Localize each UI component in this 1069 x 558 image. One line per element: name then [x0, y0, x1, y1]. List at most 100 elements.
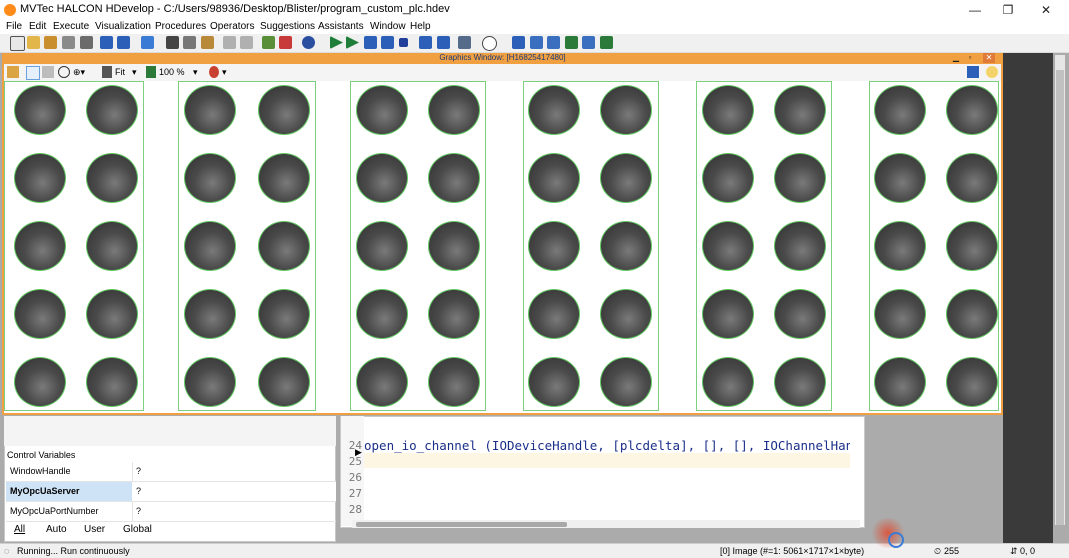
visualization-settings-icon[interactable] [209, 66, 219, 78]
activate-icon[interactable] [262, 36, 275, 49]
zoom-percent-dropdown[interactable]: 100 % [159, 66, 185, 78]
menu-window[interactable]: Window [370, 20, 406, 33]
line-profile-icon[interactable] [547, 36, 560, 49]
image-settings-icon[interactable] [7, 66, 19, 78]
main-toolbar [0, 34, 1069, 53]
profiler-icon[interactable] [482, 36, 497, 51]
menu-edit[interactable]: Edit [29, 20, 46, 33]
blister-well [258, 85, 310, 135]
blister-well [14, 153, 66, 203]
tab-user[interactable]: User [84, 524, 105, 535]
blister-well [184, 357, 236, 407]
blister-well [702, 85, 754, 135]
variable-row[interactable]: MyOpcUaPortNumber ? [6, 502, 336, 522]
new-file-icon[interactable] [10, 36, 25, 51]
fit-image-icon[interactable] [102, 66, 112, 78]
chevron-down-icon[interactable]: ▾ [222, 66, 227, 78]
tab-all[interactable]: All [14, 524, 25, 535]
menu-help[interactable]: Help [410, 20, 431, 33]
step-into-icon[interactable] [381, 36, 394, 49]
graphics-toolbar: ⊕▾ Fit ▾ 100 % ▾ ▾ [4, 64, 1001, 81]
blister-well [774, 221, 826, 271]
redo-icon[interactable] [240, 36, 253, 49]
close-button[interactable]: ✕ [1028, 0, 1064, 20]
tab-global[interactable]: Global [123, 524, 152, 535]
open-folder-icon[interactable] [27, 36, 40, 49]
menu-file[interactable]: File [6, 20, 22, 33]
step-forward-icon[interactable] [419, 36, 432, 49]
image-canvas[interactable] [4, 81, 1001, 413]
tab-auto[interactable]: Auto [46, 524, 67, 535]
maximize-button[interactable]: ❐ [990, 0, 1026, 20]
properties-icon[interactable] [141, 36, 154, 49]
paste-icon[interactable] [201, 36, 214, 49]
step-out-icon[interactable] [437, 36, 450, 49]
minimize-button[interactable]: — [957, 0, 993, 20]
blister-well [86, 85, 138, 135]
coordinates: 0, 0 [1020, 546, 1036, 556]
chevron-down-icon[interactable]: ▾ [193, 66, 198, 78]
blister-well [946, 85, 998, 135]
print-icon[interactable] [80, 36, 93, 49]
blister-well [356, 153, 408, 203]
histogram-icon[interactable] [530, 36, 543, 49]
region-info-icon[interactable] [565, 36, 578, 49]
gray-histogram-icon[interactable] [582, 36, 595, 49]
status-bar: ◌ Running... Run continuously [0] Image … [0, 543, 1069, 558]
feature-histogram-icon[interactable] [600, 36, 613, 49]
blister-well [600, 289, 652, 339]
stop-icon[interactable] [399, 38, 408, 47]
menu-procedures[interactable]: Procedures [155, 20, 206, 33]
zoom-window-icon[interactable] [512, 36, 525, 49]
variable-row-selected[interactable]: MyOpcUaServer ? [6, 482, 336, 502]
menu-suggestions[interactable]: Suggestions [260, 20, 315, 33]
cut-icon[interactable] [166, 36, 179, 49]
zoom-percent-icon[interactable] [146, 66, 156, 78]
blister-well [184, 289, 236, 339]
pan-hand-icon[interactable] [42, 66, 54, 78]
menu-execute[interactable]: Execute [53, 20, 89, 33]
zoom-tool-icon[interactable]: ⊕▾ [73, 66, 89, 78]
blister-well [258, 357, 310, 407]
variable-row[interactable]: WindowHandle ? [6, 462, 336, 482]
graphics-restore-button[interactable]: ▫ [964, 53, 976, 63]
deactivate-icon[interactable] [279, 36, 292, 49]
program-counter-arrow-icon: ▶ [355, 447, 362, 457]
assistant-icon[interactable] [302, 36, 315, 49]
current-line-highlight [364, 453, 850, 468]
save-icon[interactable] [62, 36, 75, 49]
blister-well [774, 357, 826, 407]
blister-well [14, 221, 66, 271]
mouse-cursor-icon [888, 532, 904, 548]
copy-icon[interactable] [183, 36, 196, 49]
chevron-down-icon[interactable]: ▾ [132, 66, 137, 78]
export-icon[interactable] [117, 36, 130, 49]
menu-assistants[interactable]: Assistants [318, 20, 364, 33]
run-icon[interactable] [330, 36, 343, 49]
menu-operators[interactable]: Operators [210, 20, 254, 33]
column-divider [132, 462, 133, 481]
graphics-close-button[interactable]: ✕ [983, 53, 995, 63]
menu-visualization[interactable]: Visualization [95, 20, 151, 33]
blister-well [428, 85, 480, 135]
undo-icon[interactable] [223, 36, 236, 49]
magnifier-icon[interactable] [58, 66, 70, 78]
graphics-minimize-button[interactable]: ▁ [950, 53, 962, 63]
reset-icon[interactable] [458, 36, 471, 49]
zoom-fit-dropdown[interactable]: Fit [115, 66, 125, 78]
run-continuous-icon[interactable] [346, 36, 359, 49]
pin-icon[interactable] [967, 66, 979, 78]
blister-well [86, 357, 138, 407]
step-over-icon[interactable] [364, 36, 377, 49]
code-line[interactable]: open_io_channel (IODeviceHandle, [plcdel… [364, 438, 850, 453]
blister-well [86, 289, 138, 339]
import-icon[interactable] [100, 36, 113, 49]
halcon-app-icon [4, 4, 16, 16]
coordinates-icon: ⇵ [1010, 546, 1018, 556]
line-number: 28 [348, 503, 362, 516]
program-scrollbar-thumb[interactable] [356, 522, 567, 527]
pointer-icon[interactable] [26, 66, 40, 80]
lightbulb-icon[interactable] [986, 66, 998, 78]
workspace-scrollbar-thumb[interactable] [1056, 70, 1064, 525]
open-examples-icon[interactable] [44, 36, 57, 49]
